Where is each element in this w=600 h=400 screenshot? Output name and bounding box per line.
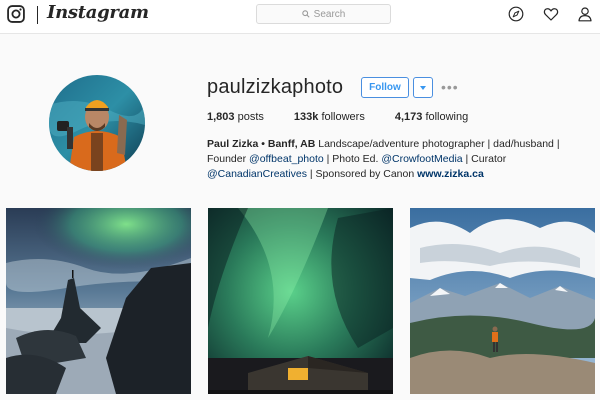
more-options-button[interactable]: ••• — [441, 80, 459, 94]
bio-line-3: @CanadianCreatives | Sponsored by Canon … — [207, 167, 587, 182]
mention-link[interactable]: @CanadianCreatives — [207, 168, 307, 180]
following-stat[interactable]: 4,173 following — [395, 111, 468, 123]
following-label: following — [425, 111, 469, 123]
followers-label: followers — [321, 111, 365, 123]
post-thumbnail[interactable] — [410, 208, 595, 394]
posts-stat: 1,803 posts — [207, 111, 264, 123]
instagram-logo-icon[interactable] — [7, 5, 25, 23]
followers-stat[interactable]: 133k followers — [294, 111, 365, 123]
caret-down-icon — [420, 85, 426, 90]
search-icon — [301, 10, 310, 18]
profile-username: paulzizkaphoto — [207, 76, 344, 98]
search-input[interactable]: Search — [256, 4, 391, 24]
following-count: 4,173 — [394, 111, 423, 123]
instagram-wordmark[interactable]: Instagram — [47, 2, 149, 23]
bio-text: Founder — [207, 153, 250, 165]
post-photo-hiker-summit — [410, 208, 595, 394]
compass-icon[interactable] — [508, 6, 524, 22]
search-placeholder: Search — [313, 8, 346, 20]
post-thumbnail[interactable] — [208, 208, 393, 394]
bio-line-1: Paul Zizka • Banff, AB Landscape/adventu… — [207, 137, 587, 152]
profile-full-name: Paul Zizka • Banff, AB — [207, 138, 316, 150]
heart-icon[interactable] — [543, 6, 559, 22]
bio-line-2: Founder @offbeat_photo | Photo Ed. @Crow… — [207, 152, 587, 167]
person-icon[interactable] — [577, 6, 593, 22]
followers-count: 133k — [293, 111, 319, 123]
posts-label: posts — [237, 111, 264, 123]
top-nav-bar: Instagram Search — [0, 0, 600, 34]
bio-text: | Curator — [462, 153, 507, 165]
post-photo-aurora-tent — [208, 208, 393, 394]
mention-link[interactable]: @offbeat_photo — [249, 153, 324, 165]
post-thumbnail[interactable] — [6, 208, 191, 394]
profile-stats: 1,803 posts 133k followers 4,173 followi… — [207, 111, 498, 123]
post-photo-aurora-sea-stack — [6, 208, 191, 394]
posts-count: 1,803 — [207, 111, 235, 123]
avatar-photo — [49, 75, 145, 171]
follow-button[interactable]: Follow — [361, 77, 409, 98]
bio-text: | Sponsored by Canon — [306, 168, 418, 180]
bio-text: | Photo Ed. — [323, 153, 382, 165]
bio-text: Landscape/adventure photographer | dad/h… — [318, 138, 560, 150]
mention-link[interactable]: @CrowfootMedia — [381, 153, 462, 165]
logo-divider — [37, 6, 38, 24]
profile-bio: Paul Zizka • Banff, AB Landscape/adventu… — [207, 137, 587, 182]
profile-avatar[interactable] — [49, 75, 145, 171]
website-link[interactable]: www.zizka.ca — [417, 168, 484, 180]
suggestions-dropdown-button[interactable] — [413, 77, 433, 98]
